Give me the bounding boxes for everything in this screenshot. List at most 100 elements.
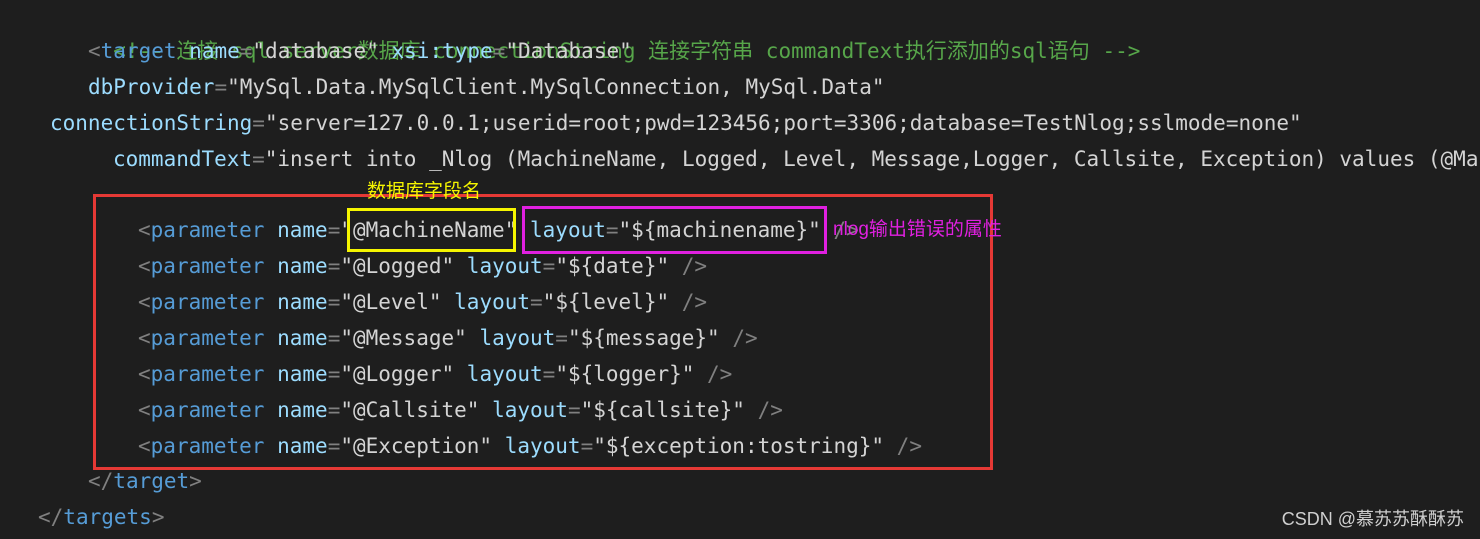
open-bracket: < bbox=[138, 254, 151, 278]
equals-sign: = bbox=[239, 39, 253, 63]
code-line-parameter: <parameter name="@Callsite" layout="${ca… bbox=[138, 392, 783, 428]
equals-sign: = bbox=[492, 39, 506, 63]
open-bracket: < bbox=[88, 39, 101, 63]
attribute-name: name bbox=[277, 254, 328, 278]
parameter-name-value: "@Exception" bbox=[340, 434, 493, 458]
equals-sign: = bbox=[555, 326, 568, 350]
tag-name: parameter bbox=[150, 326, 265, 350]
code-line-target-open: <target name="database" xsi:type="Databa… bbox=[88, 33, 632, 69]
parameter-name-value: "@Level" bbox=[340, 290, 442, 314]
parameter-layout-value: "${exception:tostring}" bbox=[593, 434, 885, 458]
equals-sign: = bbox=[252, 111, 265, 135]
self-close-bracket: /> bbox=[719, 326, 758, 350]
tag-name: parameter bbox=[150, 254, 265, 278]
attribute-name: name bbox=[277, 362, 328, 386]
attribute-name: xsi:type bbox=[391, 39, 493, 63]
close-open-bracket: </ bbox=[38, 505, 64, 529]
parameter-name-value: "@Message" bbox=[340, 326, 467, 350]
nlog-output-attr-annotation: nlog输出错误的属性 bbox=[833, 219, 1002, 240]
code-line-db-provider: dbProvider="MySql.Data.MySqlClient.MySql… bbox=[88, 69, 885, 105]
parameter-layout-value: "${level}" bbox=[542, 290, 670, 314]
code-line-command-text: commandText="insert into _Nlog (MachineN… bbox=[113, 141, 1480, 177]
equals-sign: = bbox=[327, 290, 341, 314]
parameter-layout-value: "${date}" bbox=[555, 254, 670, 278]
attribute-name: dbProvider bbox=[88, 75, 215, 99]
equals-sign: = bbox=[327, 434, 341, 458]
parameter-layout-value: "${machinename}" bbox=[618, 218, 821, 242]
equals-sign: = bbox=[327, 398, 341, 422]
attribute-name: name bbox=[189, 39, 240, 63]
code-line-parameter: <parameter name="@Level" layout="${level… bbox=[138, 284, 707, 320]
tag-name: target bbox=[100, 39, 177, 63]
open-bracket: < bbox=[138, 218, 151, 242]
code-line-parameter: <parameter name="@Logged" layout="${date… bbox=[138, 248, 707, 284]
self-close-bracket: /> bbox=[694, 362, 733, 386]
attribute-value: "insert into _Nlog (MachineName, Logged,… bbox=[264, 147, 1480, 171]
tag-name: target bbox=[113, 469, 190, 493]
attribute-value: "Database" bbox=[505, 39, 632, 63]
tag-name: parameter bbox=[150, 218, 265, 242]
attribute-name: name bbox=[277, 434, 328, 458]
attribute-value: "MySql.Data.MySqlClient.MySqlConnection,… bbox=[227, 75, 885, 99]
parameter-name-value: "@Callsite" bbox=[340, 398, 480, 422]
self-close-bracket: /> bbox=[669, 254, 708, 278]
tag-name: parameter bbox=[150, 362, 265, 386]
attribute-name: layout bbox=[492, 398, 568, 422]
equals-sign: = bbox=[327, 362, 341, 386]
equals-sign: = bbox=[580, 434, 594, 458]
code-line-comment: <!-- 连接 sql server数据库 connectionString 连… bbox=[88, 0, 1140, 63]
equals-sign: = bbox=[605, 218, 619, 242]
self-close-bracket: /> bbox=[669, 290, 708, 314]
csdn-watermark: CSDN @慕苏苏酥酥苏 bbox=[1281, 509, 1464, 529]
open-bracket: < bbox=[138, 362, 151, 386]
attribute-name: name bbox=[277, 398, 328, 422]
self-close-bracket: /> bbox=[744, 398, 783, 422]
equals-sign: = bbox=[327, 254, 341, 278]
db-field-name-annotation: 数据库字段名 bbox=[367, 181, 482, 202]
equals-sign: = bbox=[542, 362, 556, 386]
code-line-connection-string: connectionString="server=127.0.0.1;useri… bbox=[50, 105, 1302, 141]
parameter-name-value: "@MachineName" bbox=[340, 218, 518, 242]
parameter-layout-value: "${callsite}" bbox=[580, 398, 745, 422]
attribute-name: commandText bbox=[113, 147, 253, 171]
attribute-value: "database" bbox=[252, 39, 379, 63]
attribute-value: "server=127.0.0.1;userid=root;pwd=123456… bbox=[264, 111, 1302, 135]
open-bracket: < bbox=[138, 290, 151, 314]
attribute-name: name bbox=[277, 290, 328, 314]
equals-sign: = bbox=[327, 326, 341, 350]
attribute-name: layout bbox=[454, 290, 531, 314]
tag-name: targets bbox=[63, 505, 152, 529]
attribute-name: layout bbox=[530, 218, 606, 242]
attribute-name: name bbox=[277, 218, 328, 242]
attribute-name: layout bbox=[504, 434, 581, 458]
attribute-name: name bbox=[277, 326, 328, 350]
open-bracket: < bbox=[138, 398, 151, 422]
parameter-name-value: "@Logged" bbox=[340, 254, 455, 278]
code-line-targets-close: </targets> bbox=[38, 499, 164, 535]
self-close-bracket: /> bbox=[884, 434, 922, 458]
attribute-name: layout bbox=[479, 326, 556, 350]
parameter-name-value: "@Logger" bbox=[340, 362, 455, 386]
equals-sign: = bbox=[567, 398, 581, 422]
code-line-parameter: <parameter name="@Exception" layout="${e… bbox=[138, 428, 922, 464]
equals-sign: = bbox=[214, 75, 228, 99]
open-bracket: < bbox=[138, 434, 151, 458]
tag-name: parameter bbox=[150, 434, 265, 458]
code-line-target-close: </target> bbox=[88, 463, 202, 499]
code-line-parameter: <parameter name="@Logger" layout="${logg… bbox=[138, 356, 732, 392]
code-line-parameter: <parameter name="@MachineName" layout="$… bbox=[138, 212, 859, 248]
attribute-name: layout bbox=[466, 362, 543, 386]
equals-sign: = bbox=[530, 290, 543, 314]
tag-name: parameter bbox=[150, 290, 265, 314]
close-open-bracket: </ bbox=[88, 469, 114, 493]
attribute-name: layout bbox=[466, 254, 543, 278]
code-line-parameter: <parameter name="@Message" layout="${mes… bbox=[138, 320, 758, 356]
open-bracket: < bbox=[138, 326, 151, 350]
tag-name: parameter bbox=[150, 398, 265, 422]
attribute-name: connectionString bbox=[50, 111, 253, 135]
parameter-layout-value: "${logger}" bbox=[555, 362, 695, 386]
equals-sign: = bbox=[542, 254, 556, 278]
equals-sign: = bbox=[327, 218, 341, 242]
equals-sign: = bbox=[252, 147, 265, 171]
close-bracket: > bbox=[189, 469, 202, 493]
